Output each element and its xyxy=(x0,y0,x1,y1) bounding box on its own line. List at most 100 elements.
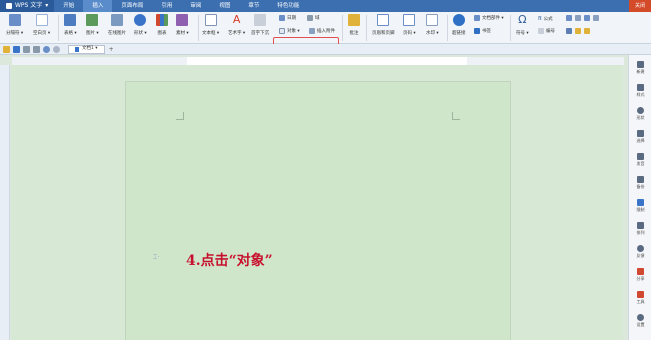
folder-icon[interactable] xyxy=(3,45,10,53)
preview-icon[interactable] xyxy=(33,45,40,53)
horizontal-ruler[interactable] xyxy=(12,57,624,65)
page-number-button[interactable]: 页码 ▾ xyxy=(403,14,416,36)
watermark-button[interactable]: 水印 ▾ xyxy=(426,14,439,36)
document-tab[interactable]: 文档1 ▾ xyxy=(68,44,105,54)
doc-parts-button[interactable]: 文档部件 ▾ xyxy=(474,15,504,21)
close-button[interactable]: 关闭 xyxy=(629,0,651,12)
app-menu-button[interactable]: WPS 文字 ▾ xyxy=(0,0,55,12)
pencil-icon xyxy=(637,153,644,160)
insert-ribbon: 分隔符 ▾ 空白页 ▾ 表格 ▾ 图片 ▾ 在线图片 形状 ▾ 图表 素材 ▾ … xyxy=(0,12,651,51)
attachment-icon xyxy=(309,28,315,34)
online-picture-label: 在线图片 xyxy=(108,31,126,36)
sidebar-item-shape[interactable]: 形状 xyxy=(629,107,651,121)
redo-icon[interactable] xyxy=(53,45,60,53)
textbox-button[interactable]: 文本框 ▾ xyxy=(202,14,219,36)
comment-button[interactable]: 批注 xyxy=(348,14,360,36)
header-footer-button[interactable]: 页眉和页脚 xyxy=(372,14,395,36)
formula-button[interactable]: π 公式 xyxy=(538,15,553,22)
bookmark-button[interactable]: 书签 xyxy=(474,28,491,34)
tab-insert[interactable]: 插入 xyxy=(83,0,113,12)
sidebar-item-arrange[interactable]: 排列 xyxy=(629,222,651,236)
sidebar-item-new[interactable]: 新建 xyxy=(629,61,651,75)
undo-icon[interactable] xyxy=(43,45,50,53)
online-picture-button[interactable]: 在线图片 xyxy=(108,14,126,36)
menu-bar: WPS 文字 ▾ 开始 插入 页面布局 引用 审阅 视图 章节 特色功能 关闭 xyxy=(0,0,651,12)
grid-icon[interactable] xyxy=(575,15,581,21)
wps-writer-window: WPS 文字 ▾ 开始 插入 页面布局 引用 审阅 视图 章节 特色功能 关闭 … xyxy=(0,0,651,340)
table-label: 表格 ▾ xyxy=(64,31,77,36)
bookmark-label: 书签 xyxy=(482,29,491,34)
tab-review[interactable]: 审阅 xyxy=(181,0,210,12)
header-footer-icon xyxy=(377,14,390,26)
sidebar-item-label: 工具 xyxy=(636,299,645,304)
material-label: 素材 ▾ xyxy=(176,31,189,36)
feedback-icon xyxy=(637,245,644,252)
shapes-button[interactable]: 形状 ▾ xyxy=(134,14,147,36)
object-button[interactable]: 对象 ▾ xyxy=(279,28,300,34)
ruler-icon[interactable] xyxy=(566,28,572,34)
wordart-icon: A xyxy=(232,13,241,26)
extra-tools-group xyxy=(566,15,599,21)
material-icon xyxy=(176,14,189,26)
page-break-button[interactable]: 分隔符 ▾ xyxy=(6,14,23,36)
sidebar-item-share[interactable]: 分享 xyxy=(629,268,651,282)
ribbon-divider xyxy=(366,15,367,41)
document-icon xyxy=(75,46,79,52)
page-break-label: 分隔符 ▾ xyxy=(6,31,24,36)
tab-page-layout[interactable]: 页面布局 xyxy=(112,0,152,12)
formula-label: 公式 xyxy=(543,16,553,22)
sidebar-item-feedback[interactable]: 反馈 xyxy=(629,245,651,259)
online-picture-icon xyxy=(111,14,123,26)
numbering-button[interactable]: 编号 xyxy=(538,28,555,34)
picture-button[interactable]: 图片 ▾ xyxy=(86,14,99,36)
date-button[interactable]: 日期 xyxy=(279,15,296,21)
hyperlink-label: 超链接 xyxy=(452,31,466,36)
hyperlink-button[interactable]: 超链接 xyxy=(452,14,466,36)
sidebar-item-label: 发音 xyxy=(636,161,645,166)
tab-view[interactable]: 视图 xyxy=(210,0,239,12)
field-label: 域 xyxy=(315,16,320,21)
margin-corner-top-left xyxy=(176,112,184,120)
sidebar-item-label: 新建 xyxy=(636,69,645,74)
wordart-button[interactable]: A 艺术字 ▾ xyxy=(228,13,245,37)
ribbon-divider xyxy=(510,15,511,41)
sidebar-item-style[interactable]: 样式 xyxy=(629,84,651,98)
shape-icon xyxy=(637,107,644,114)
table-button[interactable]: 表格 ▾ xyxy=(64,14,77,36)
grid-icon[interactable] xyxy=(584,15,590,21)
comment-label: 批注 xyxy=(349,31,359,36)
insert-attachment-button[interactable]: 插入附件 xyxy=(309,28,335,34)
print-icon[interactable] xyxy=(23,45,30,53)
pencil-icon[interactable] xyxy=(575,28,581,34)
doc-parts-label: 文档部件 ▾ xyxy=(482,16,504,21)
page-break-icon xyxy=(8,14,21,26)
text-cursor-icon: ⌶· xyxy=(153,253,160,261)
tab-start[interactable]: 开始 xyxy=(54,0,83,12)
save-icon[interactable] xyxy=(13,45,20,53)
sidebar-item-settings[interactable]: 设置 xyxy=(629,314,651,328)
chart-label: 图表 xyxy=(157,31,167,36)
tab-references[interactable]: 引用 xyxy=(152,0,181,12)
sidebar-item-backup[interactable]: 备份 xyxy=(629,176,651,190)
chart-button[interactable]: 图表 xyxy=(156,14,168,36)
lock-icon[interactable] xyxy=(584,28,590,34)
new-tab-button[interactable]: + xyxy=(109,46,114,53)
watermark-label: 水印 ▾ xyxy=(426,31,439,36)
grid-icon[interactable] xyxy=(593,15,599,21)
sidebar-item-label: 备份 xyxy=(636,184,645,189)
sidebar-item-pronounce[interactable]: 发音 xyxy=(629,153,651,167)
sidebar-item-restrict[interactable]: 限制 xyxy=(629,199,651,213)
dropcap-button[interactable]: 首字下沉 xyxy=(251,14,269,36)
toolbox-icon xyxy=(637,291,644,298)
material-button[interactable]: 素材 ▾ xyxy=(176,14,189,36)
blank-page-button[interactable]: 空白页 ▾ xyxy=(33,14,50,36)
vertical-ruler[interactable] xyxy=(0,65,10,340)
symbol-button[interactable]: Ω 符号 ▾ xyxy=(516,14,529,37)
field-button[interactable]: 域 xyxy=(307,15,320,21)
grid-icon[interactable] xyxy=(566,15,572,21)
tab-chapter[interactable]: 章节 xyxy=(239,0,268,12)
document-page[interactable]: ⌶· 4.点击“对象” xyxy=(125,81,511,340)
sidebar-item-select[interactable]: 选择 xyxy=(629,130,651,144)
tab-special-features[interactable]: 特色功能 xyxy=(268,0,308,12)
sidebar-item-tools[interactable]: 工具 xyxy=(629,291,651,305)
